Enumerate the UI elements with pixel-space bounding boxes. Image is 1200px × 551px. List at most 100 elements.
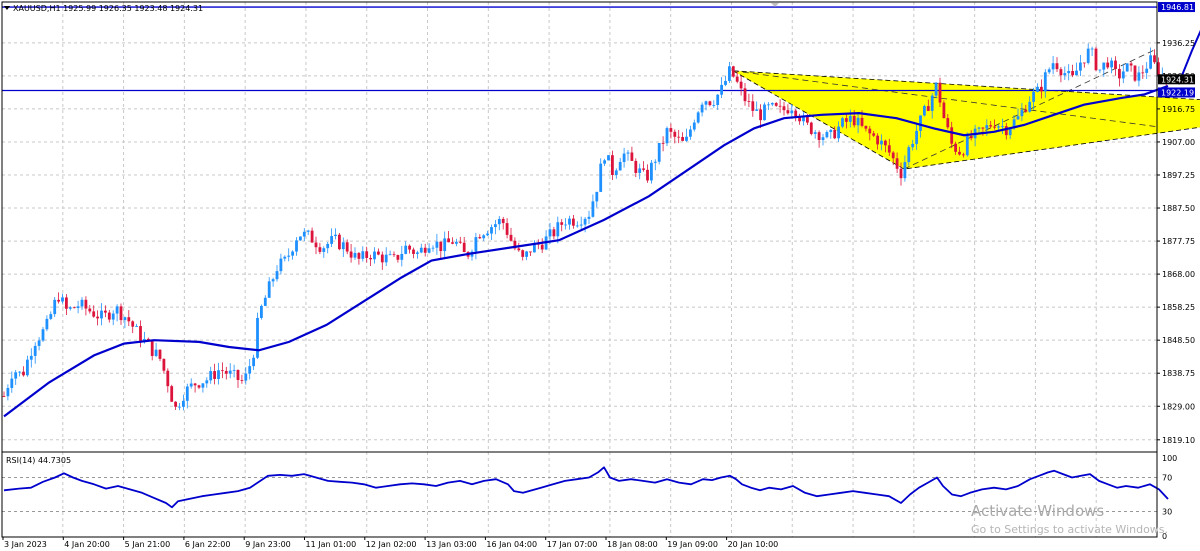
level-tag-lower: 1922.19 bbox=[1161, 88, 1194, 97]
candle-body bbox=[104, 310, 107, 313]
candle-body bbox=[529, 251, 532, 253]
chart-canvas[interactable]: XAUUSD,H1 1925.99 1926.35 1923.48 1924.3… bbox=[0, 0, 1200, 551]
candle-body bbox=[435, 241, 439, 248]
candle-body bbox=[1141, 72, 1145, 74]
candle-body bbox=[482, 235, 486, 239]
time-tick-label: 4 Jan 20:00 bbox=[64, 540, 110, 549]
candle-body bbox=[232, 369, 236, 371]
candle-body bbox=[326, 243, 330, 249]
candle-body bbox=[887, 145, 891, 153]
candle-body bbox=[197, 385, 201, 388]
candle-body bbox=[221, 370, 224, 372]
candle-body bbox=[809, 122, 813, 134]
candle-body bbox=[774, 103, 778, 106]
candle-body bbox=[985, 125, 989, 129]
candle-body bbox=[96, 316, 99, 319]
candle-body bbox=[384, 254, 388, 263]
candle-body bbox=[1106, 62, 1110, 68]
time-tick-label: 13 Jan 03:00 bbox=[426, 540, 477, 549]
candle-body bbox=[458, 241, 462, 243]
time-tick-label: 3 Jan 2023 bbox=[4, 540, 47, 549]
candle-body bbox=[1016, 116, 1020, 120]
price-tick-label: 1887.50 bbox=[1162, 204, 1195, 213]
candle-body bbox=[501, 218, 505, 224]
rsi-tick-label: 30 bbox=[1162, 508, 1172, 517]
candle-body bbox=[283, 256, 287, 259]
candle-body bbox=[1079, 62, 1082, 71]
candle-body bbox=[634, 160, 638, 173]
candle-body bbox=[977, 127, 981, 129]
candle-body bbox=[739, 81, 743, 89]
candle-body bbox=[2, 396, 6, 397]
candle-body bbox=[716, 94, 720, 106]
candle-body bbox=[614, 170, 618, 175]
candle-body bbox=[439, 241, 443, 252]
time-tick-label: 6 Jan 22:00 bbox=[185, 540, 231, 549]
candle-body bbox=[236, 369, 240, 380]
candle-body bbox=[731, 66, 735, 77]
candle-body bbox=[392, 254, 396, 256]
candle-body bbox=[49, 314, 53, 319]
candle-body bbox=[349, 251, 353, 258]
candle-body bbox=[587, 216, 591, 219]
menu-triangle-icon[interactable] bbox=[4, 6, 10, 10]
candle-body bbox=[618, 161, 622, 171]
candle-body bbox=[1149, 55, 1152, 69]
candle-body bbox=[37, 340, 41, 346]
candle-body bbox=[923, 106, 926, 116]
candle-body bbox=[41, 329, 45, 341]
candle-body bbox=[256, 317, 259, 358]
candle-body bbox=[29, 355, 33, 360]
candle-body bbox=[291, 251, 294, 256]
candle-body bbox=[33, 345, 37, 356]
candle-body bbox=[767, 104, 770, 106]
candle-body bbox=[404, 245, 408, 254]
candle-body bbox=[856, 117, 860, 126]
candle-body bbox=[630, 152, 634, 161]
candle-body bbox=[443, 238, 447, 252]
candle-body bbox=[84, 299, 88, 309]
candle-body bbox=[860, 117, 864, 126]
candle-body bbox=[123, 317, 127, 321]
candle-body bbox=[564, 224, 567, 226]
candle-body bbox=[217, 370, 220, 379]
candle-body bbox=[712, 105, 716, 106]
candle-body bbox=[638, 168, 642, 173]
candle-body bbox=[423, 247, 427, 253]
candle-body bbox=[650, 162, 653, 181]
candle-body bbox=[373, 251, 376, 260]
candle-body bbox=[926, 106, 930, 111]
candle-body bbox=[942, 102, 946, 119]
candle-body bbox=[182, 400, 185, 407]
candle-body bbox=[841, 118, 844, 127]
candle-body bbox=[848, 116, 852, 122]
candle-body bbox=[575, 225, 579, 227]
candle-body bbox=[209, 371, 213, 381]
time-tick-label: 18 Jan 08:00 bbox=[607, 540, 658, 549]
chart-window[interactable]: XAUUSD,H1 1925.99 1926.35 1923.48 1924.3… bbox=[0, 0, 1200, 551]
candle-body bbox=[318, 247, 322, 252]
candle-body bbox=[369, 257, 372, 260]
candle-body bbox=[646, 169, 649, 181]
candle-body bbox=[579, 224, 583, 226]
candle-body bbox=[837, 126, 840, 139]
candle-body bbox=[388, 254, 392, 256]
candle-body bbox=[474, 237, 478, 252]
candle-body bbox=[107, 312, 111, 320]
candle-body bbox=[852, 116, 856, 126]
candle-body bbox=[755, 109, 759, 111]
candle-body bbox=[18, 371, 21, 373]
candle-body bbox=[626, 152, 630, 154]
candle-body bbox=[174, 401, 177, 407]
candle-body bbox=[521, 250, 525, 257]
candle-body bbox=[817, 132, 821, 141]
candle-body bbox=[1036, 86, 1039, 92]
candle-body bbox=[1102, 62, 1106, 70]
rsi-tick-label: 0 bbox=[1162, 532, 1167, 541]
candle-body bbox=[1051, 63, 1055, 70]
candle-body bbox=[408, 245, 411, 250]
candle-body bbox=[806, 116, 809, 123]
candle-body bbox=[965, 136, 969, 156]
candle-body bbox=[673, 131, 677, 137]
candle-body bbox=[833, 129, 837, 139]
